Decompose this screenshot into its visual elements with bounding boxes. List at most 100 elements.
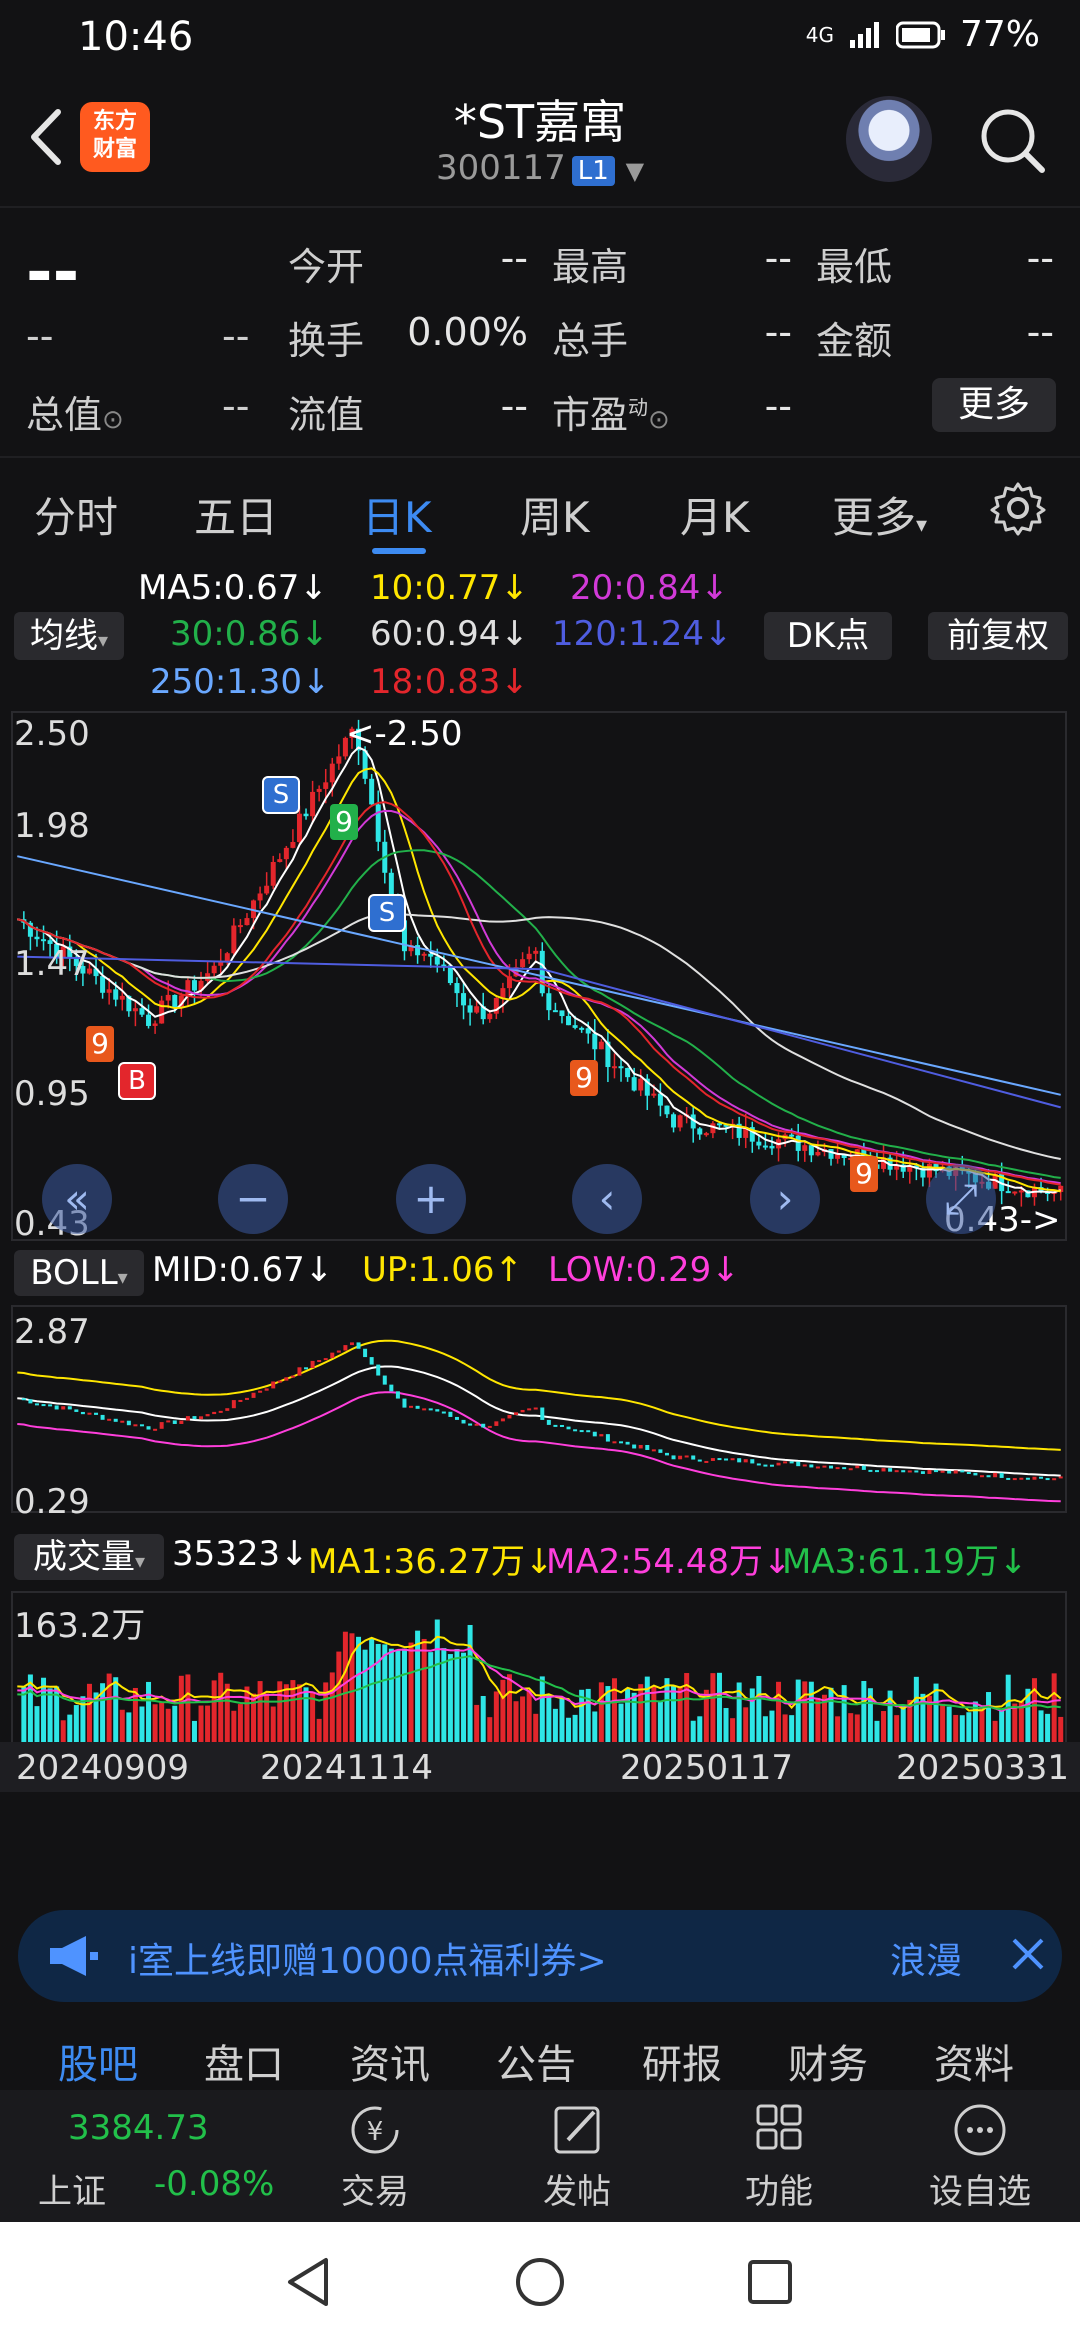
boll-candle — [960, 1470, 965, 1473]
boll-frame — [11, 1305, 1067, 1513]
scroll-far-left-button[interactable]: « — [42, 1164, 112, 1234]
tab-intraday[interactable]: 分时 — [34, 484, 118, 545]
promo-banner[interactable]: i室上线即赠10000点福利券> 浪漫 — [18, 1910, 1062, 2002]
candle-body — [172, 994, 178, 1007]
ma10-label: 10:0.77↓ — [370, 568, 529, 608]
tab-monthly-k[interactable]: 月K — [680, 484, 750, 545]
candle-body — [296, 813, 302, 843]
index-name[interactable]: 上证 — [38, 2164, 106, 2213]
volume-bar — [237, 1704, 243, 1742]
scroll-left-button[interactable]: ‹ — [572, 1164, 642, 1234]
boll-candle — [920, 1471, 925, 1474]
volume-bar — [913, 1676, 919, 1742]
boll-candle — [612, 1441, 617, 1444]
dk-point-button[interactable]: DK点 — [764, 612, 892, 660]
volume-bar — [159, 1701, 165, 1742]
candle-body — [487, 1013, 493, 1020]
trade-button[interactable]: ¥ 交易 — [330, 2100, 420, 2220]
candle-body — [119, 995, 125, 1000]
volume-bar — [611, 1678, 617, 1742]
volume-bar — [533, 1713, 539, 1742]
boll-candle — [881, 1468, 886, 1472]
tab-profile[interactable]: 资料 — [934, 2032, 1014, 2090]
volume-bar — [638, 1684, 644, 1742]
zoom-in-button[interactable]: + — [396, 1164, 466, 1234]
volume-bar — [566, 1717, 572, 1742]
caret-down-icon: ▾ — [134, 1549, 146, 1573]
volume-bar — [539, 1676, 545, 1742]
sell-signal-badge[interactable]: S — [368, 894, 406, 932]
zoom-out-button[interactable]: − — [218, 1164, 288, 1234]
add-watchlist-button[interactable]: 设自选 — [920, 2100, 1040, 2220]
volume-bar — [231, 1710, 237, 1742]
candle-body — [533, 950, 539, 954]
tab-orderbook[interactable]: 盘口 — [204, 2032, 284, 2090]
more-button[interactable]: 更多 — [932, 378, 1056, 432]
search-icon[interactable] — [978, 106, 1048, 176]
volume-selector[interactable]: 成交量▾ — [14, 1534, 164, 1580]
candle-body — [159, 1000, 165, 1024]
candle-body — [461, 993, 467, 1006]
volume-bar — [762, 1716, 768, 1742]
total-value: -- — [222, 384, 250, 428]
nav-recents-icon[interactable] — [740, 2252, 800, 2312]
y-tick-3: 0.95 — [14, 1074, 90, 1114]
boll-candle — [271, 1381, 276, 1389]
sell-signal-badge[interactable]: S — [262, 776, 300, 814]
volume-bar — [592, 1711, 598, 1742]
index-change[interactable]: -0.08% — [154, 2164, 274, 2204]
boll-candle — [730, 1458, 735, 1461]
low-label: 最低 — [816, 245, 893, 289]
fullscreen-icon[interactable]: ⤢ — [926, 1164, 996, 1234]
ma-selector[interactable]: 均线▾ — [14, 612, 124, 660]
volume-bar — [401, 1648, 407, 1742]
scroll-right-button[interactable]: › — [750, 1164, 820, 1234]
pe-label[interactable]: 市盈动⊙ — [552, 384, 670, 439]
tab-guba[interactable]: 股吧 — [58, 2032, 138, 2090]
candle-body — [41, 939, 47, 942]
function-button[interactable]: 功能 — [734, 2100, 824, 2220]
caret-down-icon: ▾ — [916, 513, 928, 538]
adjust-button[interactable]: 前复权 — [928, 612, 1068, 660]
candle-body — [651, 1093, 657, 1096]
boll-candle — [21, 1398, 26, 1401]
boll-candle — [697, 1459, 702, 1462]
post-button[interactable]: 发帖 — [532, 2100, 622, 2220]
candle-body — [310, 791, 316, 817]
boll-candle — [343, 1345, 348, 1351]
nav-back-icon[interactable] — [280, 2252, 340, 2312]
boll-candle — [100, 1414, 105, 1420]
candle-body — [1018, 1190, 1024, 1193]
tab-daily-k[interactable]: 日K — [362, 484, 432, 545]
volume-bar — [979, 1707, 985, 1742]
candle-body — [421, 953, 427, 956]
volume-bar — [546, 1694, 552, 1742]
gear-icon[interactable] — [990, 480, 1046, 536]
candle-body — [264, 885, 270, 894]
boll-candle — [1012, 1478, 1017, 1481]
close-icon[interactable] — [998, 1924, 1058, 1984]
volume-bar — [375, 1643, 381, 1742]
ma-line — [17, 801, 1061, 1186]
volume-bar — [329, 1672, 335, 1742]
buy-signal-badge[interactable]: B — [118, 1062, 156, 1100]
td-nine-badge: 9 — [86, 1026, 114, 1062]
tab-news[interactable]: 资讯 — [350, 2032, 430, 2090]
total-value-label[interactable]: 总值⊙ — [26, 384, 124, 439]
boll-candle — [861, 1465, 866, 1470]
tab-more[interactable]: 更多▾ — [832, 484, 927, 545]
index-value[interactable]: 3384.73 — [68, 2108, 209, 2148]
boll-selector[interactable]: BOLL▾ — [14, 1250, 144, 1296]
tab-financials[interactable]: 财务 — [788, 2032, 868, 2090]
tab-weekly-k[interactable]: 周K — [520, 484, 590, 545]
volume-bar — [349, 1633, 355, 1742]
assistant-robot-icon[interactable] — [846, 96, 932, 182]
tab-announcements[interactable]: 公告 — [496, 2032, 576, 2090]
boll-chart[interactable] — [0, 1304, 1080, 1524]
boll-candle — [868, 1469, 873, 1472]
tab-five-day[interactable]: 五日 — [194, 484, 278, 545]
battery-icon — [895, 21, 945, 48]
caret-down-icon: ▾ — [117, 1265, 128, 1289]
tab-research[interactable]: 研报 — [642, 2032, 722, 2090]
nav-home-icon[interactable] — [510, 2252, 570, 2312]
